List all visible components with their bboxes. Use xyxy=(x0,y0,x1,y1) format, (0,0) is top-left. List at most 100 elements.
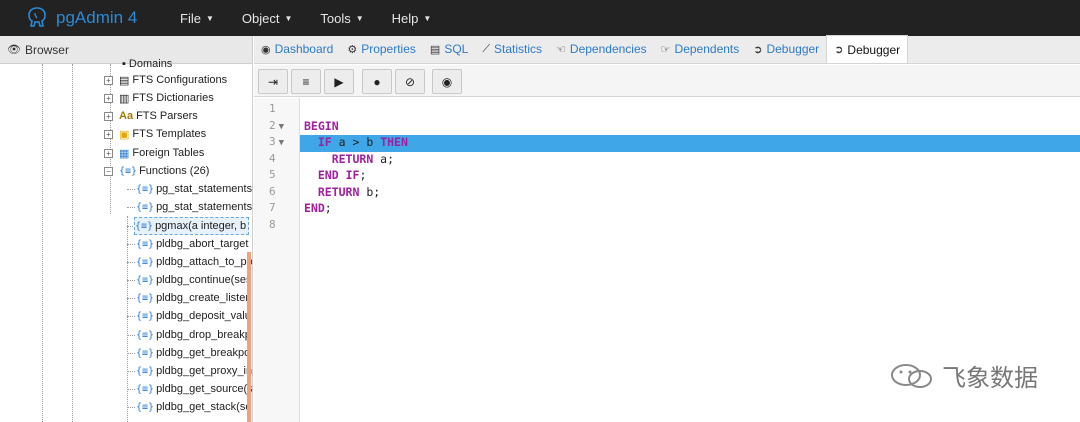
tab-label: Debugger xyxy=(847,42,901,57)
tree-node-function[interactable]: {≡} pldbg_get_source(s xyxy=(136,380,252,398)
tree-node-function[interactable]: {≡} pg_stat_statements xyxy=(136,198,252,216)
code-token: ; xyxy=(324,201,332,215)
line-number[interactable]: 3 ▼ xyxy=(254,135,300,152)
tree-node-fts-templates[interactable]: + ▣ FTS Templates xyxy=(104,125,206,143)
tachometer-icon: ◉ xyxy=(261,43,271,56)
tree-node-foreign-tables[interactable]: + ▦ Foreign Tables xyxy=(104,144,204,162)
tree-node-function[interactable]: {≡} pg_stat_statements xyxy=(136,180,252,198)
tree-node-function[interactable]: {≡} pldbg_create_listen xyxy=(136,289,251,307)
menu-tools-label: Tools xyxy=(320,10,351,26)
tab-dashboard[interactable]: ◉ Dashboard xyxy=(254,35,340,63)
keyword-token: THEN xyxy=(380,135,408,149)
tab-properties[interactable]: ⚙ Properties xyxy=(340,35,423,63)
fts-configuration-icon: ▤ xyxy=(119,74,130,87)
function-icon: {≡} xyxy=(136,292,155,304)
function-icon: {≡} xyxy=(135,220,154,232)
expand-icon[interactable]: + xyxy=(104,129,113,139)
elephant-logo-icon xyxy=(28,7,46,27)
toggle-breakpoint-button[interactable]: ● xyxy=(362,69,392,94)
code-line[interactable]: RETURN a; xyxy=(300,152,1080,169)
tab-debugger[interactable]: ➲ Debugger xyxy=(746,35,826,63)
tree-connector xyxy=(127,280,135,281)
line-number[interactable]: 1 xyxy=(254,102,300,119)
top-navbar: pgAdmin 4 File ▼ Object ▼ Tools ▼ Help ▼ xyxy=(0,0,1080,36)
expand-icon[interactable]: + xyxy=(104,75,113,85)
code-line[interactable]: BEGIN xyxy=(300,119,1080,136)
line-number[interactable]: 7 xyxy=(254,201,300,218)
watermark: 飞象数据 xyxy=(888,358,1038,393)
tree-node-function[interactable]: {≡} pldbg_continue(ses xyxy=(136,271,251,289)
tree-node-label: pldbg_continue(ses xyxy=(156,274,252,286)
code-line[interactable] xyxy=(300,102,1080,119)
collapse-icon[interactable]: − xyxy=(104,166,113,176)
app-title: pgAdmin 4 xyxy=(56,8,138,27)
hand-icon: ☜ xyxy=(556,43,566,56)
continue-button[interactable]: ▶ xyxy=(324,69,354,94)
tree-node-function[interactable]: {≡} pldbg_abort_target xyxy=(136,235,248,253)
tree-node-label: pldbg_get_proxy_in xyxy=(156,365,253,377)
line-number[interactable]: 8 xyxy=(254,218,300,235)
tree-node-function[interactable]: {≡} pldbg_get_breakpo xyxy=(136,344,250,362)
tab-dependencies[interactable]: ☜ Dependencies xyxy=(549,35,654,63)
tree-node-function[interactable]: {≡} pldbg_drop_breakp xyxy=(136,326,251,344)
tree-node-functions[interactable]: − {≡} Functions (26) xyxy=(104,162,209,180)
menu-file[interactable]: File ▼ xyxy=(164,0,228,36)
tree-node-fts-parsers[interactable]: + Aa FTS Parsers xyxy=(104,107,198,125)
clear-breakpoints-button[interactable]: ⊘ xyxy=(395,69,425,94)
line-number[interactable]: 6 xyxy=(254,185,300,202)
app-brand[interactable]: pgAdmin 4 xyxy=(24,5,164,31)
tab-debugger-active[interactable]: ➲ Debugger xyxy=(826,35,909,63)
function-icon: {≡} xyxy=(136,365,155,377)
function-icon: {≡} xyxy=(136,329,155,341)
wechat-icon xyxy=(891,363,932,388)
tree-node-function[interactable]: {≡} pldbg_attach_to_po xyxy=(136,253,252,271)
tab-sql[interactable]: ▤ SQL xyxy=(423,35,475,63)
binoculars-icon: 👁 xyxy=(7,44,21,56)
expand-icon[interactable]: + xyxy=(104,148,113,158)
menu-help[interactable]: Help ▼ xyxy=(378,0,446,36)
function-icon: {≡} xyxy=(136,383,155,395)
code-line-text: IF a > b THEN xyxy=(304,135,408,149)
stop-button[interactable]: ◉ xyxy=(432,69,462,94)
menu-object[interactable]: Object ▼ xyxy=(228,0,307,36)
expand-icon[interactable]: + xyxy=(104,93,113,103)
code-line[interactable] xyxy=(300,218,1080,235)
tree-node-function[interactable]: {≡} pldbg_get_stack(se xyxy=(136,398,251,416)
code-line[interactable]: END; xyxy=(300,201,1080,218)
tree-node-fts-configurations[interactable]: + ▤ FTS Configurations xyxy=(104,71,227,89)
tree-node-function[interactable]: {≡} pldbg_get_proxy_in xyxy=(136,362,252,380)
scrollbar-indicator[interactable] xyxy=(247,252,251,422)
function-icon: {≡} xyxy=(136,347,155,359)
line-number[interactable]: 5 xyxy=(254,168,300,185)
code-line-current[interactable]: IF a > b THEN xyxy=(300,135,1080,152)
step-into-button[interactable]: ⇥ xyxy=(258,69,288,94)
keyword-token: RETURN xyxy=(317,184,360,199)
fold-arrow-icon[interactable]: ▼ xyxy=(279,122,284,132)
line-number[interactable]: 4 xyxy=(254,152,300,169)
function-icon: {≡} xyxy=(119,165,138,177)
ban-icon: ⊘ xyxy=(404,74,416,89)
tree-node-domains[interactable]: ▪ Domains xyxy=(122,58,172,70)
tree-node-function-selected[interactable]: {≡} pgmax(a integer, b xyxy=(134,217,250,235)
menu-tools[interactable]: Tools ▼ xyxy=(306,0,377,36)
tree-node-function[interactable]: {≡} pldbg_deposit_valu xyxy=(136,307,251,325)
line-chart-icon: ⟋ xyxy=(482,42,491,55)
code-line[interactable]: RETURN b; xyxy=(300,185,1080,202)
code-line-text: END; xyxy=(304,201,332,215)
caret-down-icon: ▼ xyxy=(355,13,364,23)
keyword-token: END xyxy=(304,201,325,215)
caret-down-icon: ▼ xyxy=(423,13,432,23)
expand-icon[interactable]: + xyxy=(104,111,113,121)
fold-arrow-icon[interactable]: ▼ xyxy=(279,138,284,148)
step-over-icon: ≡ xyxy=(302,74,310,89)
tab-dependents[interactable]: ☞ Dependents xyxy=(654,35,747,63)
code-line[interactable]: END IF; xyxy=(300,168,1080,185)
tab-label: Properties xyxy=(361,42,416,56)
line-number[interactable]: 2 ▼ xyxy=(254,119,300,136)
tree-node-fts-dictionaries[interactable]: + ▥ FTS Dictionaries xyxy=(104,89,214,107)
stop-circle-icon: ◉ xyxy=(441,74,453,89)
step-over-button[interactable]: ≡ xyxy=(291,69,321,94)
tab-statistics[interactable]: ⟋ Statistics xyxy=(475,35,549,63)
